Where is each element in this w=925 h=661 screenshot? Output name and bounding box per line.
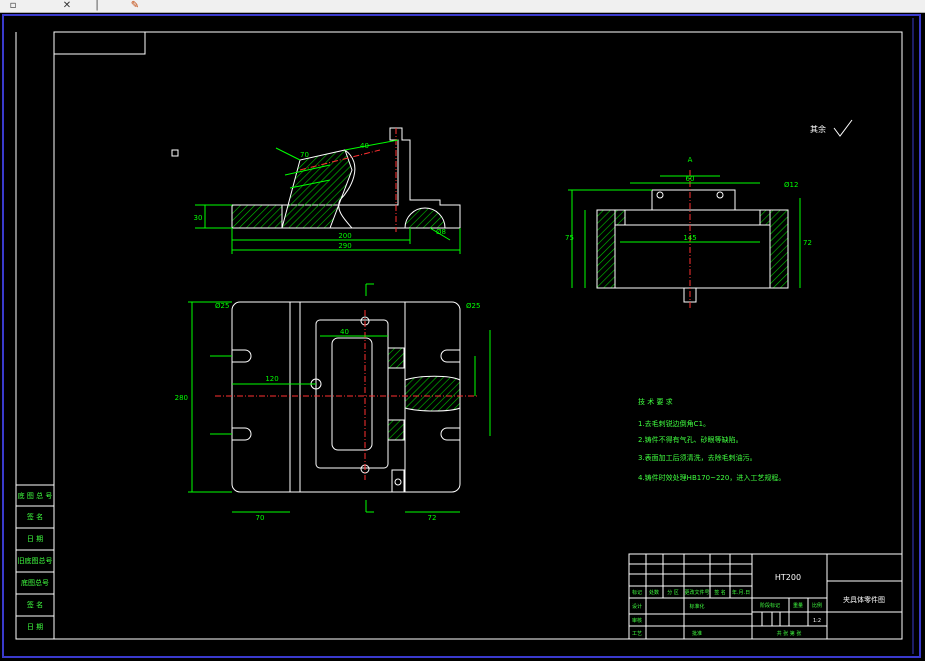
dim-front-height: 30 bbox=[194, 214, 203, 222]
note-4: 4.铸件时效处理HB170~220，进入工艺规程。 bbox=[638, 473, 785, 482]
section-label: A bbox=[688, 156, 693, 164]
dim-top-slot: 40 bbox=[340, 328, 349, 336]
title-block: HT200 夹具体零件图 标记 处数 分 区 更改文件号 签 名 年.月.日 设… bbox=[628, 553, 903, 640]
notes-title: 技 术 要 求 bbox=[638, 397, 673, 406]
dim-top-height: 280 bbox=[175, 394, 188, 402]
label-approve: 批准 bbox=[692, 630, 702, 637]
left-label-0: 底 图 总 号 bbox=[18, 491, 53, 500]
note-3: 3.表面加工后须清洗，去除毛刺油污。 bbox=[638, 453, 757, 462]
row-label-5: 年.月.日 bbox=[732, 589, 750, 596]
left-label-2: 日 期 bbox=[27, 535, 43, 543]
surface-finish-label: 其余 bbox=[810, 124, 826, 134]
label-standard: 标准化 bbox=[689, 603, 704, 610]
dim-side-width: 60 bbox=[686, 175, 695, 183]
surface-finish-icon bbox=[833, 119, 853, 137]
left-label-3: 旧底图总号 bbox=[18, 556, 53, 565]
scale-value: 1:2 bbox=[813, 618, 821, 624]
label-scale: 比例 bbox=[812, 602, 822, 609]
sheet-count: 共 张 第 张 bbox=[777, 630, 802, 637]
label-stage: 阶段标记 bbox=[760, 602, 780, 609]
pick-box bbox=[171, 149, 179, 157]
dim-top-corner: Ø25 bbox=[466, 302, 480, 310]
material: HT200 bbox=[775, 573, 801, 582]
left-label-table: 底 图 总 号 签 名 日 期 旧底图总号 底图总号 签 名 日 期 bbox=[15, 484, 55, 640]
note-1: 1.去毛刺锐边倒角C1。 bbox=[638, 419, 710, 428]
row-label-3: 更改文件号 bbox=[684, 589, 709, 596]
left-label-5: 签 名 bbox=[27, 600, 43, 609]
left-label-6: 日 期 bbox=[27, 623, 43, 631]
dim-side-right: 72 bbox=[803, 239, 812, 247]
dim-top-corner-left: Ø25 bbox=[215, 302, 229, 310]
row-label-1: 处数 bbox=[649, 589, 659, 596]
row-label-2: 分 区 bbox=[667, 589, 679, 596]
drawing-name: 夹具体零件图 bbox=[843, 595, 885, 604]
note-2: 2.铸件不得有气孔、砂眼等缺陷。 bbox=[638, 435, 743, 444]
left-label-1: 签 名 bbox=[27, 512, 43, 521]
technical-notes: 技 术 要 求 1.去毛刺锐边倒角C1。 2.铸件不得有气孔、砂眼等缺陷。 3.… bbox=[638, 397, 785, 482]
drawing-canvas[interactable]: 底 图 总 号 签 名 日 期 旧底图总号 底图总号 签 名 日 期 200 2… bbox=[0, 0, 925, 661]
top-left-box bbox=[53, 31, 146, 55]
side-view: A 75 145 60 72 Ø12 bbox=[565, 156, 812, 310]
front-view: 200 290 30 40 70 Ø8 bbox=[171, 127, 461, 254]
dim-front-hole: Ø8 bbox=[436, 228, 446, 236]
dim-front-inner: 200 bbox=[338, 232, 351, 240]
viewport-border bbox=[2, 14, 921, 658]
dim-top-left: 70 bbox=[256, 514, 265, 522]
dim-front-overall: 290 bbox=[338, 242, 351, 250]
dim-side-hole: Ø12 bbox=[784, 181, 798, 189]
row-label-4: 签 名 bbox=[714, 589, 726, 596]
dim-front-angle: 70 bbox=[300, 151, 309, 159]
dim-side-inner: 145 bbox=[683, 234, 696, 242]
left-label-4: 底图总号 bbox=[21, 578, 49, 587]
drawing-frame bbox=[53, 31, 903, 640]
label-weight: 重量 bbox=[793, 602, 803, 609]
dim-side-height: 75 bbox=[565, 234, 574, 242]
dim-top-right: 72 bbox=[428, 514, 437, 522]
row-label-0: 标记 bbox=[632, 589, 642, 596]
top-view: 280 120 40 70 72 Ø25 Ø25 bbox=[175, 283, 491, 522]
dim-front-top: 40 bbox=[360, 142, 369, 150]
dim-top-offset: 120 bbox=[265, 375, 278, 383]
label-process: 工艺 bbox=[632, 631, 642, 637]
label-design: 设计 bbox=[632, 603, 642, 610]
label-check: 审核 bbox=[632, 617, 642, 624]
